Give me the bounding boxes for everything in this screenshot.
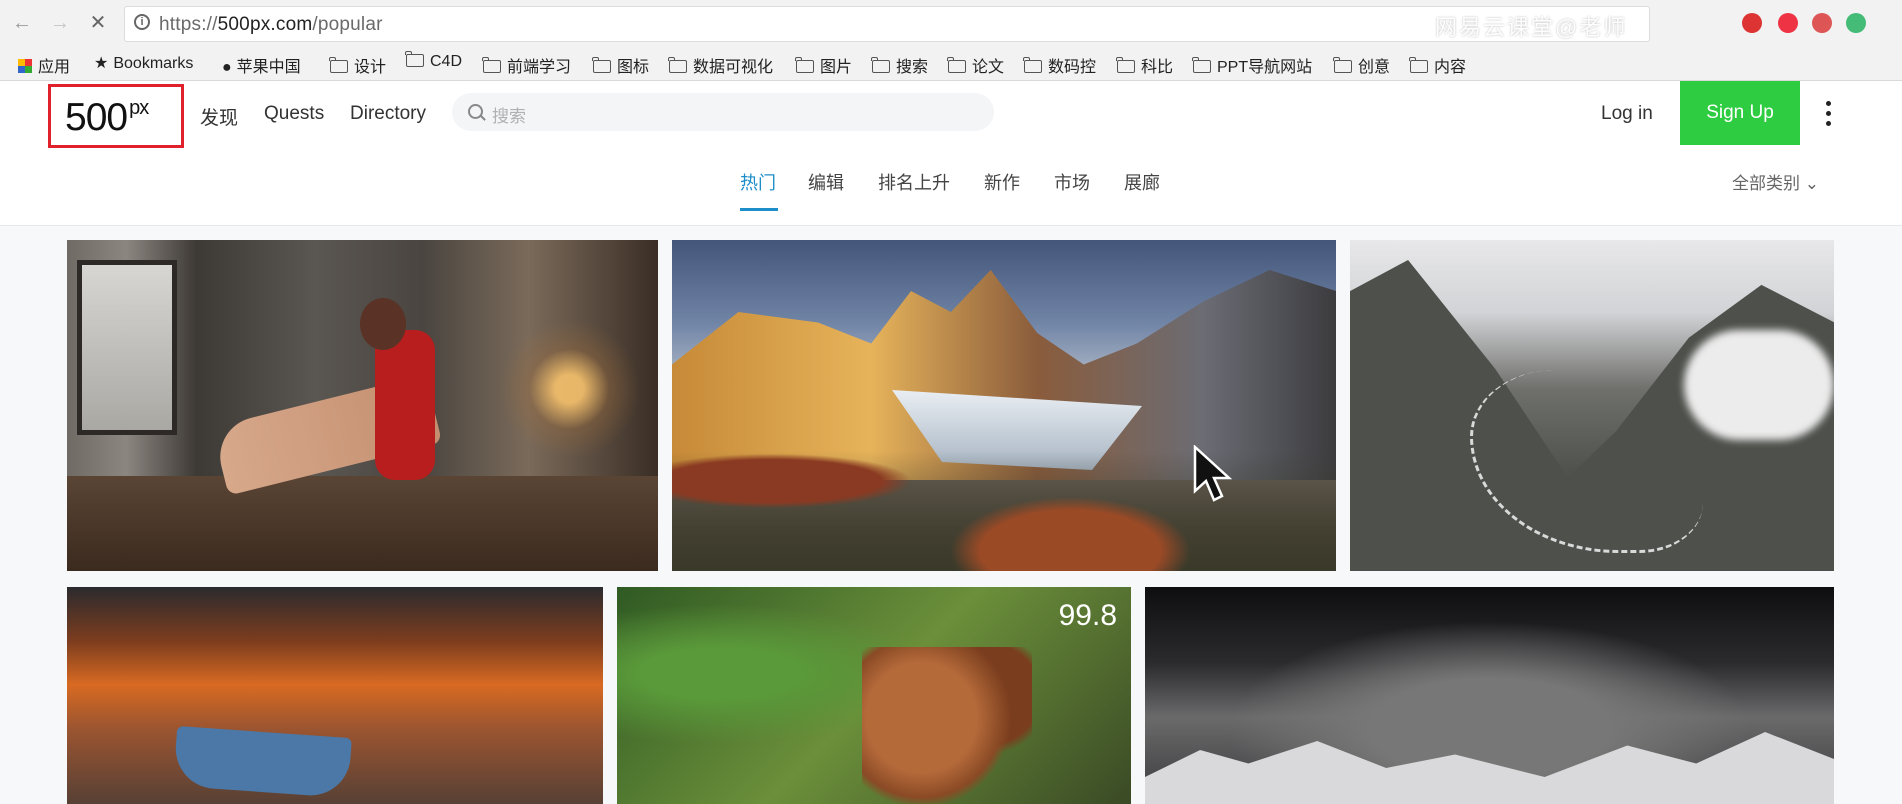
folder-icon	[1333, 57, 1352, 73]
bookmark-folder[interactable]: 图片	[795, 53, 852, 77]
extension-icon[interactable]	[1846, 13, 1866, 33]
login-link[interactable]: Log in	[1601, 103, 1653, 125]
url-text: https://500px.com/popular	[159, 14, 383, 35]
site-header: 500 px 发现 Quests Directory 搜索 Log in Sign…	[0, 81, 1902, 226]
folder-icon	[1192, 57, 1211, 73]
bookmark-folder[interactable]: 数码控	[1023, 53, 1096, 77]
bookmark-folder[interactable]: 图标	[592, 53, 649, 77]
photo-snow-peaks	[1145, 732, 1834, 804]
photo-boat	[173, 725, 352, 799]
bookmark-folder[interactable]: 前端学习	[482, 53, 571, 77]
photo-floor	[67, 476, 658, 571]
mouse-cursor-icon	[1193, 445, 1233, 502]
photo-tile[interactable]	[67, 587, 603, 804]
apple-icon: ●	[222, 59, 232, 76]
search-input[interactable]: 搜索	[452, 93, 994, 131]
tab-market[interactable]: 市场	[1054, 169, 1090, 195]
bookmark-apple-china[interactable]: ● 苹果中国	[222, 53, 301, 77]
folder-icon	[592, 57, 611, 73]
nav-discover[interactable]: 发现	[200, 103, 238, 130]
photo-scarf	[375, 330, 435, 480]
extension-icon[interactable]	[1812, 13, 1832, 33]
photo-window	[77, 260, 177, 435]
pinterest-icon[interactable]	[1778, 13, 1798, 33]
tab-fresh[interactable]: 新作	[984, 169, 1020, 195]
bookmark-folder[interactable]: 设计	[329, 53, 386, 77]
pulse-score: 99.8	[1058, 599, 1117, 632]
nav-directory[interactable]: Directory	[350, 103, 426, 125]
extension-icon[interactable]	[1742, 13, 1762, 33]
folder-icon	[405, 51, 424, 67]
photo-cloud	[1684, 330, 1834, 440]
tab-editors[interactable]: 编辑	[808, 169, 844, 195]
bookmark-folder[interactable]: 创意	[1333, 53, 1390, 77]
search-placeholder: 搜索	[492, 107, 526, 126]
stop-loading-icon[interactable]: ✕	[86, 11, 110, 35]
photo-squirrel	[862, 647, 1032, 804]
info-icon[interactable]: i	[134, 14, 150, 30]
folder-icon	[1409, 57, 1428, 73]
tab-popular[interactable]: 热门	[740, 169, 776, 195]
bookmark-folder[interactable]: PPT导航网站	[1192, 53, 1312, 77]
photo-head	[360, 298, 406, 350]
bookmark-apps[interactable]: 应用	[18, 53, 70, 77]
more-menu-icon[interactable]	[1826, 101, 1832, 127]
photo-tile[interactable]	[67, 240, 658, 571]
bookmark-folder[interactable]: C4D	[405, 51, 462, 71]
bookmark-folder[interactable]: 搜索	[871, 53, 928, 77]
folder-icon	[329, 57, 348, 73]
all-categories-dropdown[interactable]: 全部类别 ⌄	[1732, 169, 1819, 194]
bookmark-bookmarks[interactable]: ★ Bookmarks	[94, 53, 193, 73]
browser-toolbar: ← → ✕ i https://500px.com/popular 网易云课堂@…	[0, 0, 1902, 46]
active-tab-indicator	[740, 208, 778, 211]
tab-galleries[interactable]: 展廊	[1124, 169, 1160, 195]
tab-upcoming[interactable]: 排名上升	[878, 169, 950, 195]
bookmark-folder[interactable]: 论文	[947, 53, 1004, 77]
folder-icon	[1116, 57, 1135, 73]
bookmark-folder[interactable]: 内容	[1409, 53, 1466, 77]
photo-tile[interactable]	[672, 240, 1336, 571]
photo-trees	[672, 371, 1336, 571]
star-icon: ★	[94, 55, 109, 72]
folder-icon	[871, 57, 890, 73]
back-arrow-icon[interactable]: ←	[10, 11, 34, 35]
video-watermark: 网易云课堂@老师	[1435, 15, 1628, 40]
search-icon	[468, 104, 483, 119]
folder-icon	[482, 57, 501, 73]
address-bar[interactable]: i https://500px.com/popular	[124, 6, 1650, 42]
bookmark-folder[interactable]: 数据可视化	[668, 53, 773, 77]
signup-button[interactable]: Sign Up	[1680, 81, 1800, 145]
folder-icon	[668, 57, 687, 73]
photo-tile[interactable]: 99.8	[617, 587, 1131, 804]
bookmarks-bar: 应用 ★ Bookmarks ● 苹果中国 设计 C4D 前端学习 图标 数据可视化…	[0, 46, 1902, 81]
bookmark-folder[interactable]: 科比	[1116, 53, 1173, 77]
logo-highlight-box: 500 px	[48, 84, 184, 148]
500px-logo[interactable]: 500 px	[65, 96, 149, 140]
photo-tile[interactable]	[1350, 240, 1834, 571]
folder-icon	[795, 57, 814, 73]
apps-grid-icon	[18, 59, 32, 73]
nav-quests[interactable]: Quests	[264, 103, 324, 125]
photo-tile[interactable]	[1145, 587, 1834, 804]
folder-icon	[1023, 57, 1042, 73]
folder-icon	[947, 57, 966, 73]
chevron-down-icon: ⌄	[1804, 174, 1819, 193]
forward-arrow-icon[interactable]: →	[48, 11, 72, 35]
